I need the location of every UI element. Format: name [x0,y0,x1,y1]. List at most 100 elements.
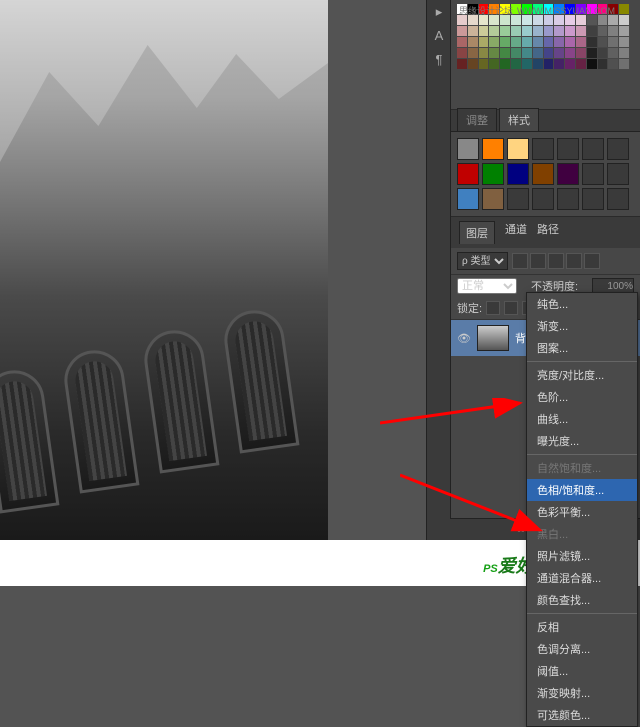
style-preset[interactable] [557,163,579,185]
swatch[interactable] [587,48,597,58]
visibility-icon[interactable]: 👁 [457,332,471,345]
swatch[interactable] [489,48,499,58]
swatch[interactable] [619,26,629,36]
swatch[interactable] [619,59,629,69]
swatch[interactable] [598,37,608,47]
swatch[interactable] [544,48,554,58]
tab-adjustments[interactable]: 调整 [457,108,497,131]
styles-grid[interactable] [457,138,634,210]
lock-transparency-icon[interactable] [486,301,500,315]
swatch[interactable] [457,26,467,36]
swatch[interactable] [565,59,575,69]
style-preset[interactable] [532,138,554,160]
style-preset[interactable] [457,188,479,210]
filter-adjust-icon[interactable] [530,253,546,269]
swatch[interactable] [619,15,629,25]
swatch[interactable] [511,37,521,47]
menu-item[interactable]: 渐变... [527,315,637,337]
menu-item[interactable]: 可选颜色... [527,704,637,726]
swatch[interactable] [511,26,521,36]
style-preset[interactable] [582,188,604,210]
style-preset[interactable] [507,188,529,210]
swatch[interactable] [608,48,618,58]
menu-item[interactable]: 阈值... [527,660,637,682]
style-preset[interactable] [607,188,629,210]
swatch[interactable] [608,59,618,69]
tab-channels[interactable]: 通道 [505,221,527,244]
swatch[interactable] [554,48,564,58]
menu-item[interactable]: 色阶... [527,386,637,408]
menu-item[interactable]: 照片滤镜... [527,545,637,567]
swatch[interactable] [544,37,554,47]
swatch[interactable] [598,26,608,36]
swatch[interactable] [565,48,575,58]
lock-pixels-icon[interactable] [504,301,518,315]
swatch[interactable] [608,26,618,36]
swatch[interactable] [619,4,629,14]
style-preset[interactable] [607,138,629,160]
style-preset[interactable] [457,138,479,160]
tab-paths[interactable]: 路径 [537,221,559,244]
style-preset[interactable] [507,138,529,160]
swatch[interactable] [479,37,489,47]
swatch[interactable] [587,26,597,36]
swatch[interactable] [500,59,510,69]
swatch[interactable] [533,26,543,36]
swatch[interactable] [522,59,532,69]
character-icon[interactable]: A [427,24,451,48]
expand-icon[interactable]: ▸ [427,0,451,24]
swatch[interactable] [565,26,575,36]
style-preset[interactable] [482,163,504,185]
swatch[interactable] [576,37,586,47]
style-preset[interactable] [482,138,504,160]
style-preset[interactable] [607,163,629,185]
collapsed-panel-strip[interactable]: ▸ A ¶ [426,0,450,540]
menu-item[interactable]: 曲线... [527,408,637,430]
swatch[interactable] [468,48,478,58]
swatch[interactable] [533,37,543,47]
style-preset[interactable] [532,188,554,210]
swatch[interactable] [598,48,608,58]
swatch[interactable] [489,26,499,36]
swatch[interactable] [489,59,499,69]
swatch[interactable] [511,59,521,69]
swatch[interactable] [554,26,564,36]
style-preset[interactable] [557,138,579,160]
swatch[interactable] [544,59,554,69]
swatch[interactable] [554,37,564,47]
swatch[interactable] [522,48,532,58]
style-preset[interactable] [582,138,604,160]
menu-item[interactable]: 反相 [527,616,637,638]
filter-type-select[interactable]: ρ 类型 [457,252,508,270]
swatch[interactable] [533,48,543,58]
swatch[interactable] [500,26,510,36]
swatch[interactable] [576,26,586,36]
swatch[interactable] [619,48,629,58]
swatch[interactable] [598,59,608,69]
swatch[interactable] [576,48,586,58]
paragraph-icon[interactable]: ¶ [427,48,451,72]
filter-smart-icon[interactable] [584,253,600,269]
swatch[interactable] [522,26,532,36]
swatch[interactable] [468,26,478,36]
swatch[interactable] [479,59,489,69]
swatch[interactable] [544,26,554,36]
swatch[interactable] [457,59,467,69]
filter-text-icon[interactable] [548,253,564,269]
swatch[interactable] [479,26,489,36]
style-preset[interactable] [507,163,529,185]
swatch[interactable] [500,37,510,47]
swatch[interactable] [468,59,478,69]
swatch[interactable] [587,59,597,69]
swatch[interactable] [608,37,618,47]
swatch[interactable] [565,37,575,47]
menu-item[interactable]: 亮度/对比度... [527,364,637,386]
swatch[interactable] [511,48,521,58]
swatch[interactable] [457,48,467,58]
style-preset[interactable] [457,163,479,185]
menu-item[interactable]: 颜色查找... [527,589,637,611]
swatch[interactable] [576,59,586,69]
menu-item[interactable]: 渐变映射... [527,682,637,704]
swatch[interactable] [489,37,499,47]
tab-layers[interactable]: 图层 [459,221,495,244]
